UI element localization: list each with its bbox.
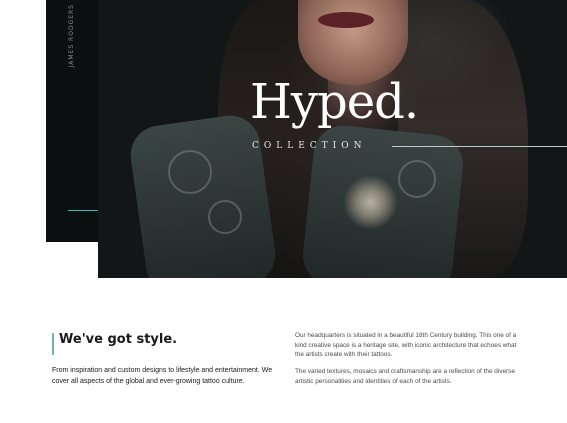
hero-image (98, 0, 567, 278)
tattooed-arm-left (126, 111, 280, 278)
heading-accent-bar (52, 333, 54, 355)
tattoo-mark (398, 160, 436, 198)
intro-text: From inspiration and custom designs to l… (52, 367, 273, 385)
accent-divider-left (68, 210, 98, 211)
section-heading: We've got style. (59, 332, 178, 347)
tattoo-mark (168, 150, 212, 194)
side-caption: JAMES RODGERS (68, 4, 75, 68)
tattoo-mark (208, 200, 242, 234)
hero-subtitle: COLLECTION (252, 141, 367, 151)
body-paragraph-1: Our headquarters is situated in a beauti… (295, 332, 517, 358)
body-paragraph-2: The varied textures, mosaics and craftsm… (295, 368, 515, 385)
subtitle-divider (392, 146, 567, 147)
lips-shape (318, 12, 374, 28)
hero-title: Hyped. (250, 74, 419, 130)
flower-tattoo (343, 175, 398, 230)
